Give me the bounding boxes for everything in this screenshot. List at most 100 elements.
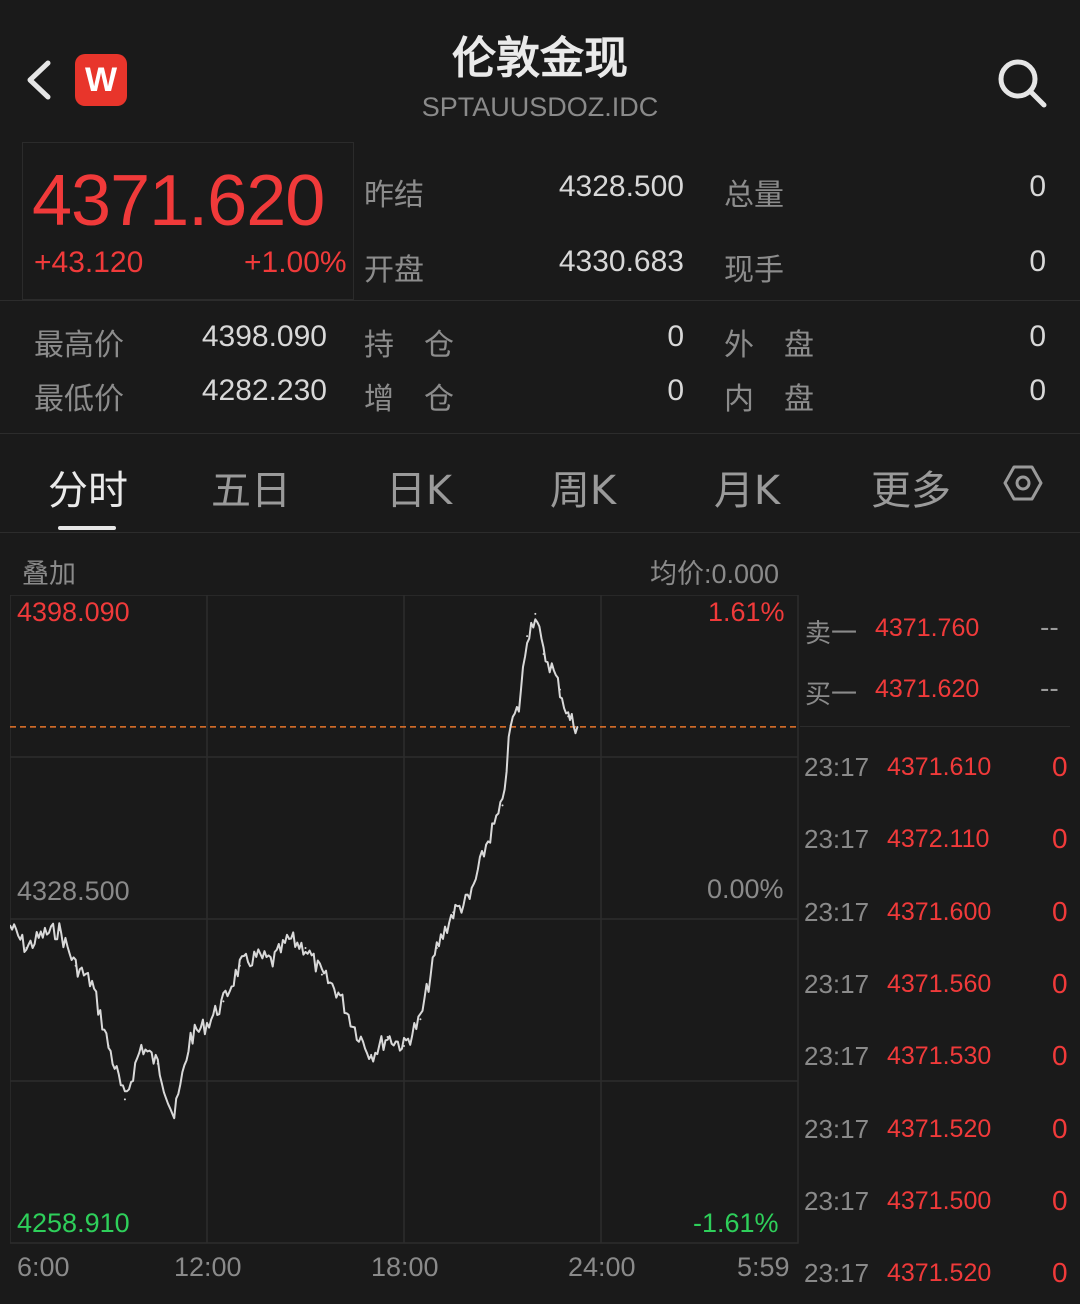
x-tick-label: 5:59 xyxy=(737,1252,790,1282)
price-point xyxy=(304,946,307,949)
price-point xyxy=(542,652,545,655)
price-point xyxy=(74,964,77,967)
price-point xyxy=(353,1027,356,1030)
x-tick-label: 24:00 xyxy=(568,1252,636,1282)
price-point xyxy=(468,897,471,900)
tick-time: 23:17 xyxy=(804,1041,870,1071)
outer-volume-value: 0 xyxy=(1029,320,1046,353)
tick-volume: 0 xyxy=(1052,1113,1068,1144)
inner-volume-label: 内 盘 xyxy=(724,382,814,417)
settings-icon[interactable] xyxy=(1002,462,1044,504)
price-point xyxy=(25,946,28,949)
x-tick-label: 12:00 xyxy=(174,1252,242,1282)
x-tick-label: 18:00 xyxy=(371,1252,439,1282)
low-label: 最低价 xyxy=(34,382,124,417)
price-point xyxy=(576,726,579,729)
price-point xyxy=(255,955,258,958)
price-point xyxy=(550,666,553,669)
y-tick-label-pct: 0.00% xyxy=(707,874,784,904)
price-point xyxy=(501,804,504,807)
tab-five-day[interactable]: 五日 xyxy=(186,458,316,516)
x-tick-label: 6:00 xyxy=(17,1252,70,1282)
tick-time: 23:17 xyxy=(804,824,870,854)
price-point xyxy=(370,1053,373,1056)
total-volume-value: 0 xyxy=(1029,170,1046,203)
tick-time: 23:17 xyxy=(804,897,870,927)
tick-time: 23:17 xyxy=(804,1114,870,1144)
price-point xyxy=(288,938,291,941)
ask-price: 4371.760 xyxy=(875,614,980,642)
tick-price: 4371.610 xyxy=(887,753,992,781)
prev-settle-label: 昨结 xyxy=(364,178,424,213)
price-point xyxy=(567,715,570,718)
price-point xyxy=(435,946,438,949)
last-price: 4371.620 xyxy=(32,161,325,241)
tab-weekly-k[interactable]: 周K xyxy=(518,458,648,516)
tick-time: 23:17 xyxy=(804,969,870,999)
price-point xyxy=(41,933,44,936)
tick-volume: 0 xyxy=(1052,1257,1068,1288)
price-point xyxy=(337,991,340,994)
divider xyxy=(800,726,1070,727)
outer-volume-label: 外 盘 xyxy=(724,328,814,363)
price-point xyxy=(140,1044,143,1047)
active-tab-indicator xyxy=(58,526,116,530)
tick-volume: 0 xyxy=(1052,968,1068,999)
current-lot-label: 现手 xyxy=(724,253,784,288)
oi-change-label: 增 仓 xyxy=(364,382,454,417)
price-point xyxy=(156,1062,159,1065)
tick-volume: 0 xyxy=(1052,896,1068,927)
tab-monthly-k[interactable]: 月K xyxy=(682,458,812,516)
overlay-button[interactable]: 叠加 xyxy=(22,552,76,591)
tick-price: 4371.500 xyxy=(887,1187,992,1215)
tab-daily-k[interactable]: 日K xyxy=(354,458,484,516)
price-point xyxy=(320,973,323,976)
tick-price: 4371.530 xyxy=(887,1042,992,1070)
divider xyxy=(0,532,1080,533)
y-tick-label: 4328.500 xyxy=(17,876,130,906)
open-interest-label: 持 仓 xyxy=(364,328,454,363)
average-price: 均价:0.000 xyxy=(650,559,780,589)
price-point xyxy=(189,1036,192,1039)
tab-intraday[interactable]: 分时 xyxy=(23,458,153,516)
price-point xyxy=(509,724,512,727)
y-tick-label: 4398.090 xyxy=(17,597,130,627)
prev-settle-value: 4328.500 xyxy=(558,170,684,203)
price-change: +43.120 xyxy=(34,246,144,279)
instrument-code: SPTAUUSDOZ.IDC xyxy=(421,92,659,122)
intraday-chart[interactable] xyxy=(10,595,800,1245)
tab-more[interactable]: 更多 xyxy=(846,458,976,516)
bid-label: 买一 xyxy=(805,680,858,710)
price-point xyxy=(526,635,529,638)
tick-price: 4371.520 xyxy=(887,1115,992,1143)
high-value: 4398.090 xyxy=(201,320,327,353)
price-point xyxy=(386,1036,389,1039)
price-point xyxy=(173,1116,176,1119)
price-point xyxy=(485,844,488,847)
price-change-percent: +1.00% xyxy=(244,246,347,279)
price-point xyxy=(534,612,537,615)
tick-price: 4371.560 xyxy=(887,970,992,998)
price-point xyxy=(558,688,561,691)
open-value: 4330.683 xyxy=(558,245,684,278)
open-label: 开盘 xyxy=(364,253,424,288)
bid-volume: -- xyxy=(1040,674,1059,704)
price-point xyxy=(206,1022,208,1025)
price-point xyxy=(222,1000,225,1003)
tick-volume: 0 xyxy=(1052,1185,1068,1216)
search-icon[interactable] xyxy=(994,55,1050,111)
total-volume-label: 总量 xyxy=(724,178,784,213)
tick-price: 4371.520 xyxy=(887,1259,992,1287)
tick-price: 4371.600 xyxy=(887,898,992,926)
price-point xyxy=(452,911,455,914)
y-tick-label: 4258.910 xyxy=(17,1208,130,1238)
divider xyxy=(0,300,1080,301)
tick-volume: 0 xyxy=(1052,751,1068,782)
tick-time: 23:17 xyxy=(804,1258,870,1288)
y-tick-label-pct: 1.61% xyxy=(708,597,785,627)
ask-volume: -- xyxy=(1040,613,1059,643)
open-interest-value: 0 xyxy=(667,320,684,353)
low-value: 4282.230 xyxy=(201,374,327,407)
price-point xyxy=(271,960,274,963)
divider xyxy=(0,433,1080,434)
